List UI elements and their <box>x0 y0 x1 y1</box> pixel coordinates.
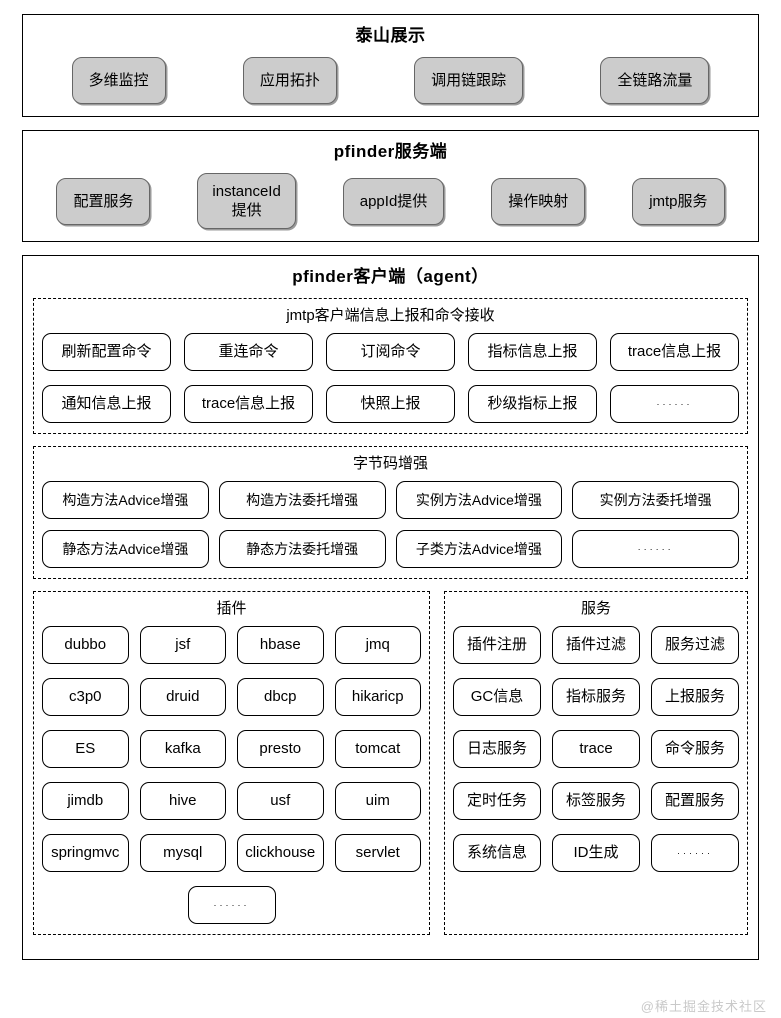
section-server-title: pfinder服务端 <box>333 142 448 161</box>
service-box[interactable]: 指标服务 <box>552 678 640 716</box>
bytecode-box[interactable]: 静态方法Advice增强 <box>42 530 209 568</box>
service-box[interactable]: 系统信息 <box>453 834 541 872</box>
plugin-box[interactable]: hbase <box>237 626 324 664</box>
section-display-title: 泰山展示 <box>355 26 426 45</box>
panel-jmtp-title: jmtp客户端信息上报和命令接收 <box>286 307 495 324</box>
jmtp-box[interactable]: 快照上报 <box>326 385 455 423</box>
bytecode-box[interactable]: 构造方法Advice增强 <box>42 481 209 519</box>
panel-plugins-title: 插件 <box>216 600 247 617</box>
bytecode-box[interactable]: 实例方法委托增强 <box>572 481 739 519</box>
panel-bytecode-title: 字节码增强 <box>352 455 428 472</box>
bytecode-box[interactable]: 构造方法委托增强 <box>218 481 386 519</box>
section-agent: pfinder客户端（agent） jmtp客户端信息上报和命令接收 刷新配置命… <box>22 255 759 960</box>
service-box[interactable]: 配置服务 <box>651 782 739 820</box>
plugin-box[interactable]: tomcat <box>334 730 421 768</box>
jmtp-box[interactable]: 通知信息上报 <box>42 385 171 423</box>
watermark: @稀土掘金技术社区 <box>640 999 767 1014</box>
service-box[interactable]: 插件过滤 <box>552 626 640 664</box>
plugin-box[interactable]: kafka <box>139 730 226 768</box>
agent-bottom-row: 插件 dubbo jsf hbase jmq c3p0 druid dbcp h… <box>33 591 748 947</box>
bytecode-box-more[interactable]: ······ <box>572 530 739 568</box>
jmtp-box[interactable]: trace信息上报 <box>184 385 313 423</box>
plugin-box[interactable]: dubbo <box>42 626 129 664</box>
plugin-box[interactable]: jmq <box>334 626 421 664</box>
server-chip-row: 配置服务 instanceId 提供 appId提供 操作映射 jmtp服务 <box>33 173 748 229</box>
section-display: 泰山展示 多维监控 应用拓扑 调用链跟踪 全链路流量 <box>22 14 759 117</box>
bytecode-grid: 构造方法Advice增强 构造方法委托增强 实例方法Advice增强 实例方法委… <box>42 481 739 568</box>
server-chip[interactable]: 配置服务 <box>56 177 151 225</box>
service-box[interactable]: 定时任务 <box>453 782 541 820</box>
jmtp-grid: 刷新配置命令 重连命令 订阅命令 指标信息上报 trace信息上报 通知信息上报… <box>42 333 739 423</box>
service-box[interactable]: 日志服务 <box>453 730 541 768</box>
display-chip[interactable]: 多维监控 <box>71 57 166 104</box>
jmtp-box[interactable]: 秒级指标上报 <box>468 385 597 423</box>
plugins-tail-row: ······ <box>42 886 421 924</box>
plugin-box[interactable]: mysql <box>139 834 226 872</box>
service-box[interactable]: 服务过滤 <box>651 626 739 664</box>
service-box-more[interactable]: ······ <box>651 834 739 872</box>
display-chip-row: 多维监控 应用拓扑 调用链跟踪 全链路流量 <box>33 57 748 104</box>
architecture-diagram: 泰山展示 多维监控 应用拓扑 调用链跟踪 全链路流量 pfinder服务端 配置… <box>22 14 759 973</box>
service-box[interactable]: 上报服务 <box>651 678 739 716</box>
plugin-box-more[interactable]: ······ <box>187 886 276 924</box>
plugin-box[interactable]: springmvc <box>42 834 129 872</box>
jmtp-box[interactable]: 重连命令 <box>184 333 313 371</box>
plugin-box[interactable]: c3p0 <box>42 678 129 716</box>
panel-services: 服务 插件注册 插件过滤 服务过滤 GC信息 指标服务 上报服务 日志服务 tr… <box>444 591 748 935</box>
jmtp-box-more[interactable]: ······ <box>610 385 739 423</box>
service-box[interactable]: 标签服务 <box>552 782 640 820</box>
display-chip[interactable]: 调用链跟踪 <box>414 57 524 104</box>
display-chip[interactable]: 全链路流量 <box>600 57 710 104</box>
server-chip[interactable]: jmtp服务 <box>632 177 725 225</box>
jmtp-box[interactable]: trace信息上报 <box>610 333 739 371</box>
bytecode-box[interactable]: 实例方法Advice增强 <box>395 481 563 519</box>
services-grid: 插件注册 插件过滤 服务过滤 GC信息 指标服务 上报服务 日志服务 trace… <box>453 626 739 872</box>
jmtp-box[interactable]: 刷新配置命令 <box>42 333 171 371</box>
plugin-box[interactable]: usf <box>237 782 324 820</box>
display-chip[interactable]: 应用拓扑 <box>242 57 337 104</box>
plugin-box[interactable]: presto <box>237 730 324 768</box>
jmtp-box[interactable]: 订阅命令 <box>326 333 455 371</box>
service-box[interactable]: GC信息 <box>453 678 541 716</box>
plugin-box[interactable]: hikaricp <box>334 678 421 716</box>
server-chip[interactable]: 操作映射 <box>491 177 586 225</box>
plugin-box[interactable]: servlet <box>334 834 421 872</box>
service-box[interactable]: ID生成 <box>552 834 640 872</box>
panel-jmtp: jmtp客户端信息上报和命令接收 刷新配置命令 重连命令 订阅命令 指标信息上报… <box>33 298 748 434</box>
server-chip[interactable]: appId提供 <box>342 177 445 225</box>
plugins-grid: dubbo jsf hbase jmq c3p0 druid dbcp hika… <box>42 626 421 872</box>
jmtp-box[interactable]: 指标信息上报 <box>468 333 597 371</box>
service-box[interactable]: 插件注册 <box>453 626 541 664</box>
plugin-box[interactable]: ES <box>42 730 129 768</box>
plugin-box[interactable]: clickhouse <box>237 834 324 872</box>
plugin-box[interactable]: uim <box>334 782 421 820</box>
bytecode-box[interactable]: 静态方法委托增强 <box>218 530 386 568</box>
section-server: pfinder服务端 配置服务 instanceId 提供 appId提供 操作… <box>22 130 759 242</box>
plugin-box[interactable]: dbcp <box>237 678 324 716</box>
plugin-box[interactable]: jimdb <box>42 782 129 820</box>
plugin-box[interactable]: jsf <box>139 626 226 664</box>
panel-bytecode: 字节码增强 构造方法Advice增强 构造方法委托增强 实例方法Advice增强… <box>33 446 748 579</box>
plugin-box[interactable]: hive <box>139 782 226 820</box>
panel-plugins: 插件 dubbo jsf hbase jmq c3p0 druid dbcp h… <box>33 591 430 935</box>
plugin-box[interactable]: druid <box>139 678 226 716</box>
section-agent-title: pfinder客户端（agent） <box>292 267 489 286</box>
bytecode-box[interactable]: 子类方法Advice增强 <box>395 530 563 568</box>
service-box[interactable]: 命令服务 <box>651 730 739 768</box>
panel-services-title: 服务 <box>580 600 611 617</box>
server-chip[interactable]: instanceId 提供 <box>197 173 296 229</box>
service-box[interactable]: trace <box>552 730 640 768</box>
